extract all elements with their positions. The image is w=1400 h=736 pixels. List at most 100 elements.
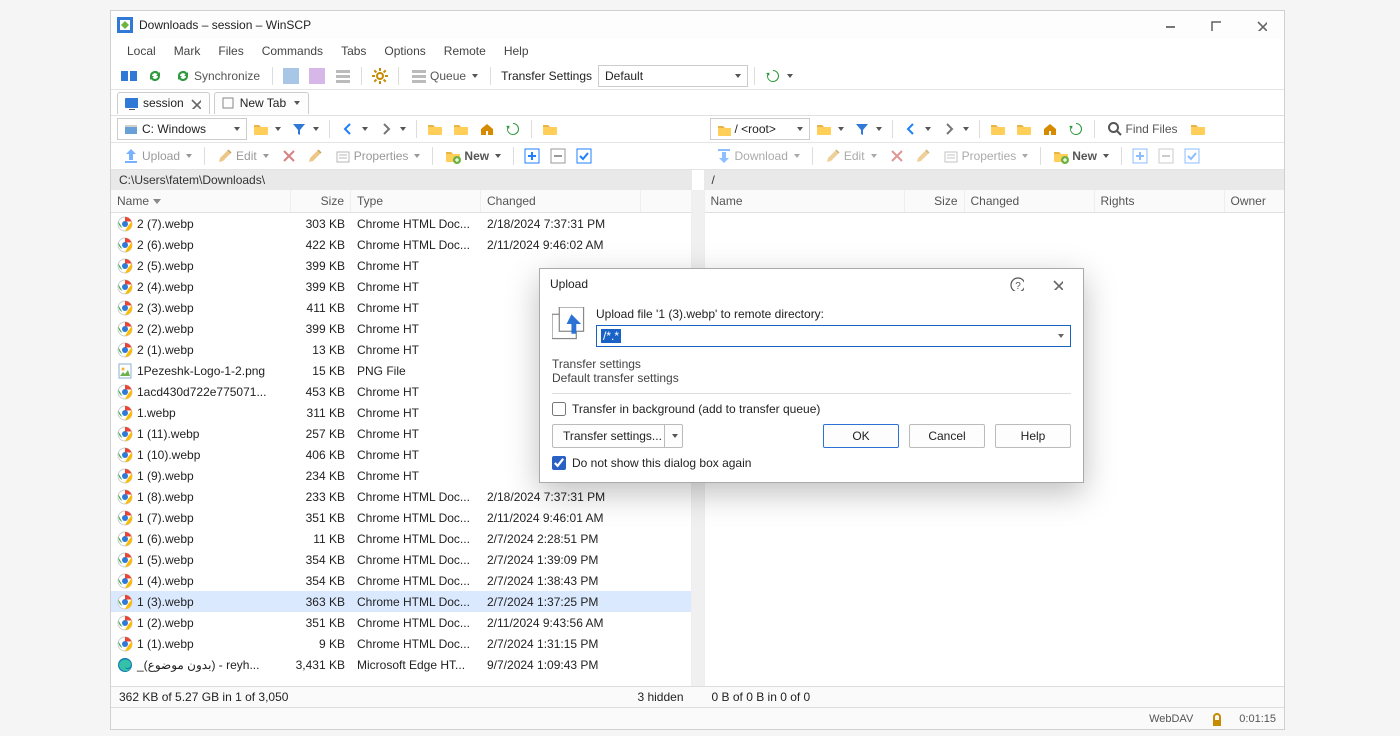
transfer-settings-button[interactable]: Transfer settings... — [552, 424, 683, 448]
download-button[interactable]: Download — [710, 145, 806, 167]
nav-parent-r[interactable] — [986, 118, 1010, 140]
tb-options-icon[interactable] — [368, 65, 392, 87]
upload-button[interactable]: Upload — [117, 145, 198, 167]
transfer-settings-combo[interactable]: Default — [598, 65, 748, 87]
tb-synchronize[interactable]: Synchronize — [169, 65, 266, 87]
session-tab-new[interactable]: New Tab — [214, 92, 309, 114]
file-row[interactable]: 2 (6).webp422 KBChrome HTML Doc...2/11/2… — [111, 234, 691, 255]
dialog-help-button[interactable] — [997, 270, 1037, 298]
file-row[interactable]: 1 (7).webp351 KBChrome HTML Doc...2/11/2… — [111, 507, 691, 528]
nav-open-folder[interactable] — [249, 118, 285, 140]
sel-plus[interactable] — [520, 145, 544, 167]
local-hdr-size[interactable]: Size — [291, 190, 351, 212]
properties-button[interactable]: Properties — [329, 145, 427, 167]
menu-remote[interactable]: Remote — [436, 42, 494, 60]
remote-hdr-name[interactable]: Name — [705, 190, 905, 212]
file-row[interactable]: 1 (8).webp233 KBChrome HTML Doc...2/18/2… — [111, 486, 691, 507]
file-row[interactable]: 2 (7).webp303 KBChrome HTML Doc...2/18/2… — [111, 213, 691, 234]
nav-fwd-r[interactable] — [937, 118, 973, 140]
new-button-r[interactable]: New — [1047, 145, 1115, 167]
nav-home-r[interactable] — [1038, 118, 1062, 140]
nav-filter[interactable] — [287, 118, 323, 140]
nav-back-r[interactable] — [899, 118, 935, 140]
menu-tabs[interactable]: Tabs — [333, 42, 374, 60]
remote-hdr-rights[interactable]: Rights — [1095, 190, 1225, 212]
nav-root[interactable] — [449, 118, 473, 140]
local-drive-combo[interactable]: C: Windows — [117, 118, 247, 140]
nav-filter-r[interactable] — [850, 118, 886, 140]
maximize-button[interactable] — [1192, 11, 1238, 39]
delete-button[interactable] — [277, 145, 301, 167]
local-hdr-changed[interactable]: Changed — [481, 190, 641, 212]
file-row[interactable]: 1 (5).webp354 KBChrome HTML Doc...2/7/20… — [111, 549, 691, 570]
find-files-button[interactable]: Find Files — [1101, 118, 1184, 140]
nav-back[interactable] — [336, 118, 372, 140]
file-name-cell: 1Pezeshk-Logo-1-2.png — [111, 363, 291, 379]
menu-options[interactable]: Options — [376, 42, 433, 60]
close-tab-icon[interactable] — [189, 97, 201, 109]
menu-mark[interactable]: Mark — [166, 42, 209, 60]
nav-root-r[interactable] — [1012, 118, 1036, 140]
local-hdr-type[interactable]: Type — [351, 190, 481, 212]
nav-open-folder-r[interactable] — [812, 118, 848, 140]
tb-compare-icon[interactable] — [117, 65, 141, 87]
local-path-bar[interactable]: C:\Users\fatem\Downloads\ — [111, 170, 692, 190]
menu-local[interactable]: Local — [119, 42, 164, 60]
transfer-bg-check[interactable]: Transfer in background (add to transfer … — [552, 402, 1071, 416]
menu-help[interactable]: Help — [496, 42, 537, 60]
session-tab-active[interactable]: session — [117, 92, 210, 114]
nav-fwd[interactable] — [374, 118, 410, 140]
sel-check-r[interactable] — [1180, 145, 1204, 167]
edit-button[interactable]: Edit — [211, 145, 275, 167]
sel-minus[interactable] — [546, 145, 570, 167]
minimize-button[interactable] — [1146, 11, 1192, 39]
new-button[interactable]: New — [439, 145, 507, 167]
rename-button[interactable] — [303, 145, 327, 167]
file-name-cell: 2 (4).webp — [111, 279, 291, 295]
tb-icon-b[interactable] — [305, 65, 329, 87]
nav-refresh-r[interactable] — [1064, 118, 1088, 140]
tb-refresh-icon[interactable] — [761, 65, 797, 87]
nav-bookmark[interactable] — [538, 118, 562, 140]
delete-button-r[interactable] — [885, 145, 909, 167]
remote-drive-combo[interactable]: / <root> — [710, 118, 810, 140]
nav-home[interactable] — [475, 118, 499, 140]
nav-refresh[interactable] — [501, 118, 525, 140]
file-row[interactable]: _(بدون موضوع) - reyh...3,431 KBMicrosoft… — [111, 654, 691, 675]
tb-sync1-icon[interactable] — [143, 65, 167, 87]
remote-hdr-changed[interactable]: Changed — [965, 190, 1095, 212]
cancel-button[interactable]: Cancel — [909, 424, 985, 448]
sel-check[interactable] — [572, 145, 596, 167]
transfer-bg-checkbox[interactable] — [552, 402, 566, 416]
local-hdr-name[interactable]: Name — [111, 190, 291, 212]
sel-plus-r[interactable] — [1128, 145, 1152, 167]
menu-files[interactable]: Files — [210, 42, 251, 60]
help-button[interactable]: Help — [995, 424, 1071, 448]
dont-show-checkbox[interactable] — [552, 456, 566, 470]
nav-bookmark-r[interactable] — [1186, 118, 1210, 140]
file-type-icon — [117, 405, 133, 421]
dont-show-check[interactable]: Do not show this dialog box again — [552, 456, 1071, 470]
tb-icon-a[interactable] — [279, 65, 303, 87]
file-row[interactable]: 1 (4).webp354 KBChrome HTML Doc...2/7/20… — [111, 570, 691, 591]
file-row[interactable]: 1 (1).webp9 KBChrome HTML Doc...2/7/2024… — [111, 633, 691, 654]
file-row[interactable]: 1 (3).webp363 KBChrome HTML Doc...2/7/20… — [111, 591, 691, 612]
ok-button[interactable]: OK — [823, 424, 899, 448]
rename-button-r[interactable] — [911, 145, 935, 167]
menu-commands[interactable]: Commands — [254, 42, 331, 60]
dialog-close-button[interactable] — [1037, 270, 1077, 298]
edit-button-r[interactable]: Edit — [819, 145, 883, 167]
dialog-path-input[interactable]: /*.* — [596, 325, 1071, 347]
close-window-button[interactable] — [1238, 11, 1284, 39]
nav-parent[interactable] — [423, 118, 447, 140]
remote-hdr-size[interactable]: Size — [905, 190, 965, 212]
properties-button-r[interactable]: Properties — [937, 145, 1035, 167]
tb-icon-c[interactable] — [331, 65, 355, 87]
sel-minus-r[interactable] — [1154, 145, 1178, 167]
remote-path-bar[interactable]: / — [704, 170, 1285, 190]
file-row[interactable]: 1 (6).webp11 KBChrome HTML Doc...2/7/202… — [111, 528, 691, 549]
tb-queue[interactable]: Queue — [405, 65, 484, 87]
file-row[interactable]: 1 (2).webp351 KBChrome HTML Doc...2/11/2… — [111, 612, 691, 633]
chevron-down-icon[interactable] — [664, 425, 682, 447]
remote-hdr-owner[interactable]: Owner — [1225, 190, 1285, 212]
